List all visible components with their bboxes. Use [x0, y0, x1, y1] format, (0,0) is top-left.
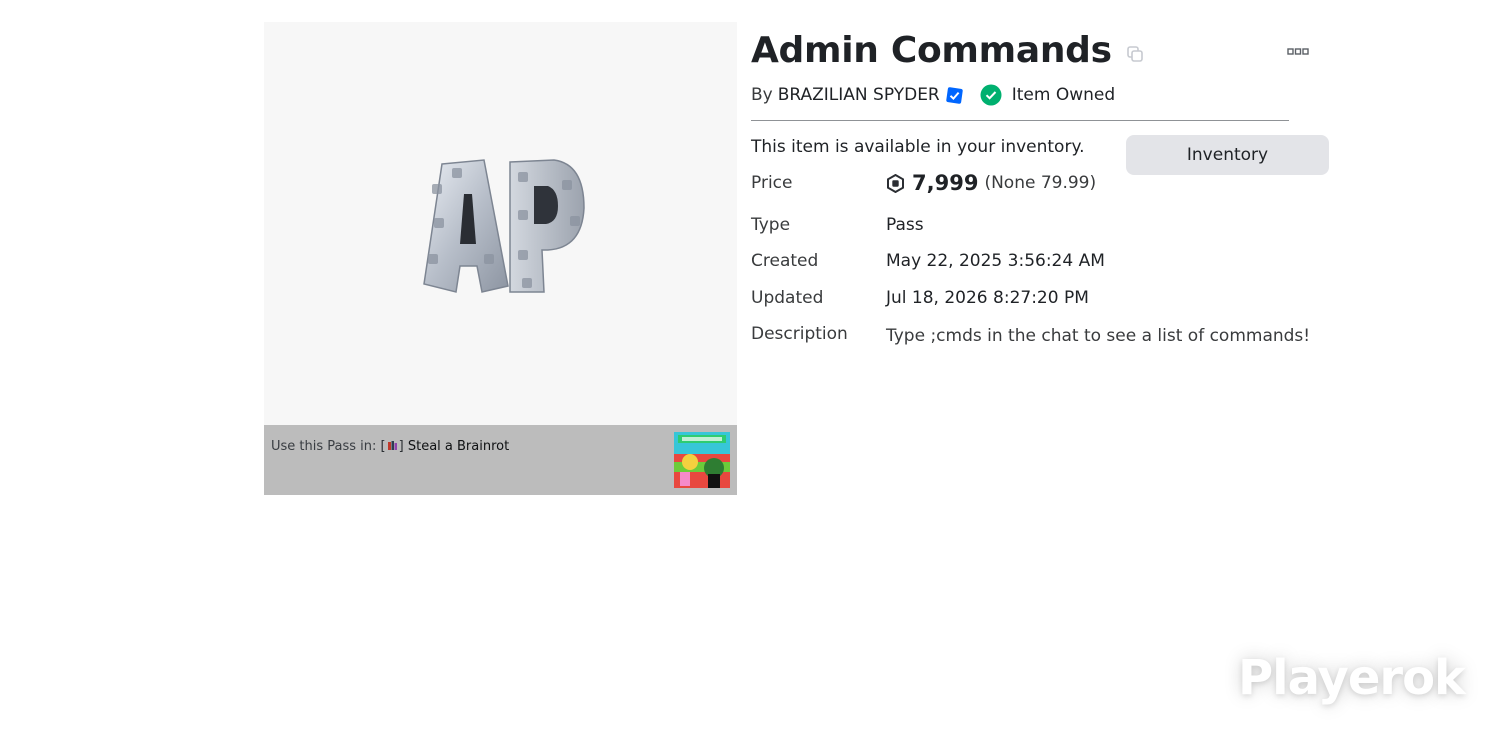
item-title: Admin Commands [751, 30, 1112, 71]
description-label: Description [751, 324, 848, 344]
copy-icon[interactable] [1126, 45, 1144, 63]
type-label: Type [751, 215, 791, 235]
created-value: May 22, 2025 3:56:24 AM [886, 251, 1105, 271]
inventory-button[interactable]: Inventory [1126, 135, 1329, 175]
created-label: Created [751, 251, 819, 271]
updated-value: Jul 18, 2026 8:27:20 PM [886, 288, 1089, 308]
playerok-watermark: Playerok [1238, 650, 1466, 706]
price-value: 7,999 (None 79.99) [886, 171, 1096, 195]
check-circle-icon [980, 84, 1002, 106]
item-details-page: Use this Pass in: [] Steal a Brainrot Ad… [0, 0, 1498, 755]
item-thumbnail-panel: Use this Pass in: [] Steal a Brainrot [264, 22, 737, 495]
price-label: Price [751, 173, 793, 193]
creator-link[interactable]: BRAZILIAN SPYDER [778, 85, 940, 105]
game-thumbnail-icon[interactable] [674, 432, 730, 488]
description-value: Type ;cmds in the chat to see a list of … [886, 326, 1311, 346]
title-row: Admin Commands [751, 30, 1144, 71]
use-pass-in-text[interactable]: Use this Pass in: [] Steal a Brainrot [271, 439, 509, 454]
game-bracket-close: ] [398, 439, 404, 454]
verified-badge-icon [946, 86, 963, 104]
use-pass-prefix: Use this Pass in: [271, 439, 377, 454]
more-options-icon[interactable] [1287, 48, 1309, 56]
use-pass-in-bar[interactable]: Use this Pass in: [] Steal a Brainrot [264, 425, 737, 495]
item-owned-label: Item Owned [1011, 85, 1116, 105]
type-value: Pass [886, 215, 924, 235]
game-bracket-open: [ [380, 439, 386, 454]
creator-byline: By BRAZILIAN SPYDER Item Owned [751, 84, 1115, 106]
updated-label: Updated [751, 288, 824, 308]
header-divider [751, 120, 1289, 121]
price-alt: (None 79.99) [984, 173, 1097, 193]
by-label: By [751, 85, 773, 105]
robux-icon [887, 173, 904, 193]
game-name-link[interactable]: Steal a Brainrot [408, 439, 509, 454]
ap-letters-logo-icon [423, 159, 585, 293]
availability-text: This item is available in your inventory… [751, 137, 1085, 157]
figures-emoji-icon [387, 441, 397, 450]
price-amount: 7,999 [912, 171, 979, 195]
